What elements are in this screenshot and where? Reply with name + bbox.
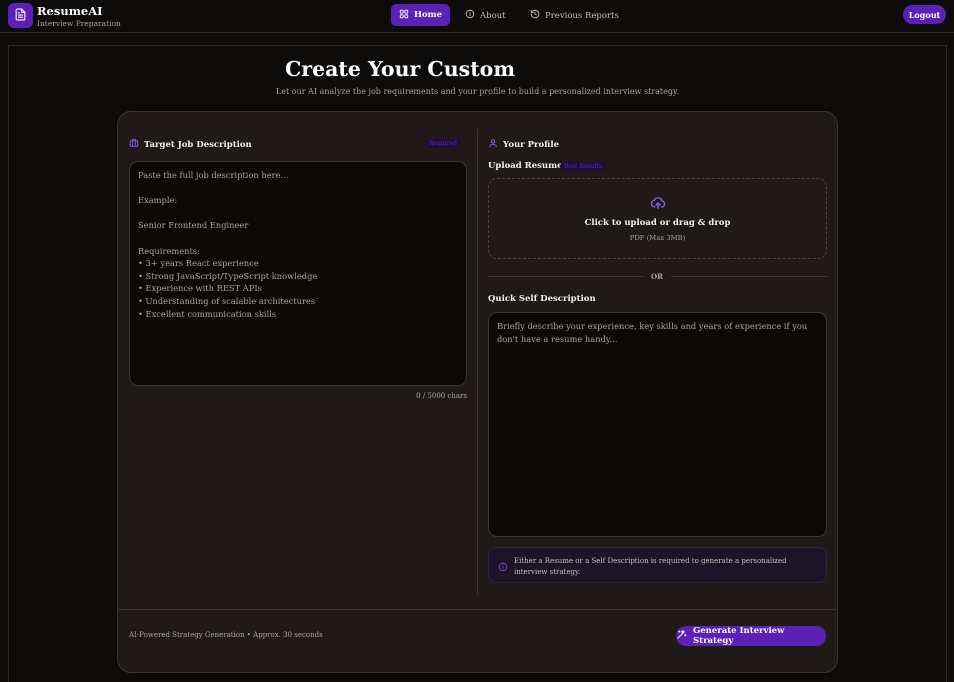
nav-about-label: About — [480, 10, 506, 21]
logo[interactable] — [8, 3, 33, 28]
brand-subtitle: Interview Preparation — [37, 19, 121, 28]
info-icon — [498, 557, 508, 576]
job-section-heading: Target Job Description — [129, 138, 252, 151]
generate-button-label: Generate Interview Strategy — [693, 626, 785, 646]
profile-section-heading: Your Profile — [488, 138, 559, 151]
sparkles-icon — [676, 629, 687, 643]
nav-home-label: Home — [413, 10, 443, 20]
resume-upload-dropzone[interactable]: Click to upload or drag & drop PDF (Max … — [488, 178, 827, 259]
upload-subtitle: PDF (Max 3MB) — [629, 234, 686, 242]
notice-text: Either a Resume or a Self Description is… — [514, 557, 787, 576]
nav-about[interactable]: About — [465, 9, 506, 22]
nav-reports-label: Previous Reports — [545, 10, 619, 21]
self-description-textarea[interactable]: Briefly describe your experience, key sk… — [488, 312, 827, 537]
page-subtitle: Let our AI analyze the job requirements … — [275, 87, 679, 96]
job-heading-label: Target Job Description — [144, 139, 252, 150]
top-navbar: ResumeAI Interview Preparation Home Abou… — [0, 0, 954, 33]
column-divider — [477, 129, 478, 594]
or-label: OR — [651, 272, 663, 281]
document-icon — [14, 6, 27, 25]
footer-divider — [118, 609, 837, 610]
logout-button[interactable]: Logout — [903, 5, 946, 24]
user-icon — [488, 138, 498, 151]
history-icon — [530, 9, 540, 22]
upload-cloud-icon — [650, 195, 666, 215]
page-title: Create Your Custom — [284, 57, 516, 81]
char-count: 0 / 5000 chars — [416, 392, 467, 400]
briefcase-icon — [129, 138, 139, 151]
requirement-notice: Either a Resume or a Self Description is… — [488, 547, 827, 583]
brand-name: ResumeAI — [37, 4, 103, 18]
profile-heading-label: Your Profile — [503, 139, 559, 150]
upload-title: Click to upload or drag & drop — [584, 218, 731, 228]
footer-info: AI-Powered Strategy Generation • Approx.… — [129, 631, 323, 639]
nav-home[interactable]: Home — [391, 4, 450, 26]
generate-strategy-button[interactable]: Generate Interview Strategy — [676, 626, 826, 646]
job-description-textarea[interactable]: Paste the full job description here... E… — [129, 161, 467, 386]
or-divider-right — [671, 276, 827, 277]
grid-icon — [399, 9, 409, 22]
upload-resume-label: Upload Resume — [488, 161, 563, 171]
or-divider-left — [488, 276, 643, 277]
best-results-badge: Best Results — [560, 162, 606, 171]
info-icon — [465, 9, 475, 22]
self-description-label: Quick Self Description — [488, 294, 596, 304]
nav-previous-reports[interactable]: Previous Reports — [530, 9, 619, 22]
required-badge: Required — [425, 139, 461, 148]
